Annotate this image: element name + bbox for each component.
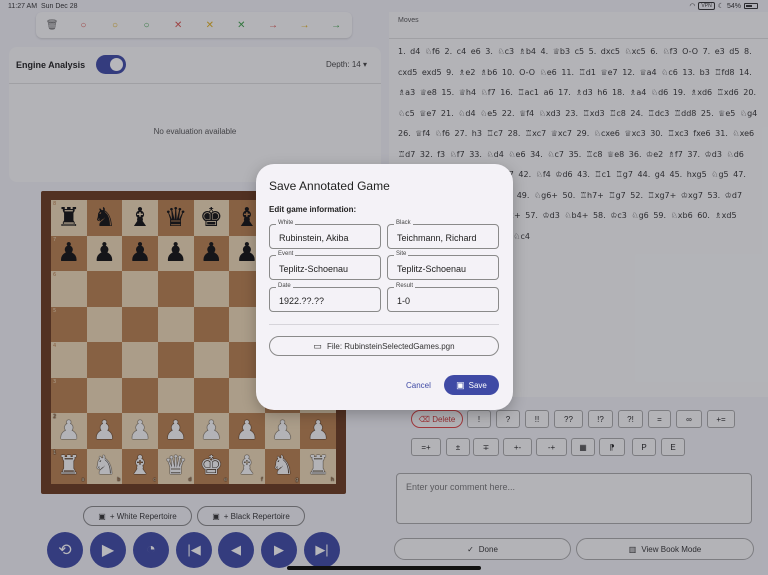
date-field[interactable]: Date 1922.??.?? — [269, 283, 381, 312]
choose-file-button[interactable]: ▭ File: RubinsteinSelectedGames.pgn — [269, 336, 499, 356]
site-value: Teplitz-Schoenau — [397, 264, 467, 274]
folder-icon: ▭ — [313, 340, 322, 351]
event-field[interactable]: Event Teplitz-Schoenau — [269, 251, 381, 280]
dialog-title: Save Annotated Game — [269, 179, 390, 193]
save-button[interactable]: ▣ Save — [444, 375, 499, 395]
date-value: 1922.??.?? — [279, 296, 325, 306]
black-value: Teichmann, Richard — [397, 233, 477, 243]
site-field[interactable]: Site Teplitz-Schoenau — [387, 251, 499, 280]
dialog-divider — [269, 324, 499, 325]
event-label: Event — [276, 251, 296, 257]
site-label: Site — [394, 251, 409, 257]
save-annotated-game-dialog: Save Annotated Game Edit game informatio… — [256, 164, 513, 410]
dialog-subtitle: Edit game information: — [269, 205, 357, 214]
result-value: 1-0 — [397, 296, 411, 306]
floppy-disk-icon: ▣ — [456, 379, 465, 390]
date-label: Date — [276, 283, 293, 289]
cancel-button[interactable]: Cancel — [406, 381, 431, 390]
white-value: Rubinstein, Akiba — [279, 233, 349, 243]
white-field[interactable]: White Rubinstein, Akiba — [269, 220, 381, 249]
event-value: Teplitz-Schoenau — [279, 264, 349, 274]
home-indicator[interactable] — [287, 566, 481, 570]
black-field[interactable]: Black Teichmann, Richard — [387, 220, 499, 249]
result-field[interactable]: Result 1-0 — [387, 283, 499, 312]
white-label: White — [276, 220, 296, 226]
result-label: Result — [394, 283, 416, 289]
black-label: Black — [394, 220, 413, 226]
